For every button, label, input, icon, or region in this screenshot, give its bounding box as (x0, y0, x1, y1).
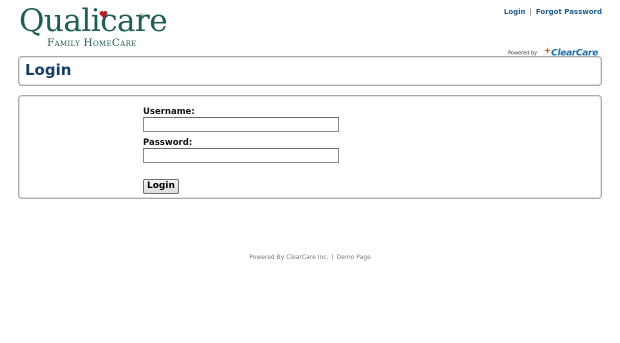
forgot-password-link[interactable]: Forgot Password (536, 8, 602, 16)
logo-wordmark: Qualicare (19, 3, 168, 39)
page: Qualicare ® Family HomeCare Login | Forgot… (0, 0, 620, 343)
password-input[interactable] (143, 148, 339, 163)
username-label: Username: (143, 107, 195, 117)
footer-separator: | (331, 254, 334, 261)
heart-icon (99, 11, 108, 19)
footer-powered-text: Powered By ClearCare Inc. (249, 254, 329, 261)
title-panel: Login (18, 56, 602, 86)
login-form: Username: Password: Login (18, 95, 602, 199)
footer: Powered By ClearCare Inc. | Demo Page (0, 254, 620, 261)
qualicare-logo[interactable]: Qualicare ® Family HomeCare (19, 6, 168, 50)
login-link[interactable]: Login (504, 8, 526, 16)
page-title: Login (25, 61, 72, 79)
powered-by-clearcare[interactable]: Powered by ClearCare (508, 43, 598, 59)
clearcare-star-icon (544, 47, 552, 54)
logo-subtitle-text: Family HomeCare (47, 37, 137, 49)
username-input[interactable] (143, 117, 339, 132)
registered-mark: ® (138, 13, 145, 21)
demo-page-text: Demo Page (336, 254, 371, 261)
password-label: Password: (143, 138, 193, 148)
logo-subtitle: Family HomeCare (47, 37, 137, 49)
nav-separator: | (529, 8, 532, 16)
login-button[interactable]: Login (143, 179, 179, 194)
top-nav: Login | Forgot Password (504, 8, 602, 16)
